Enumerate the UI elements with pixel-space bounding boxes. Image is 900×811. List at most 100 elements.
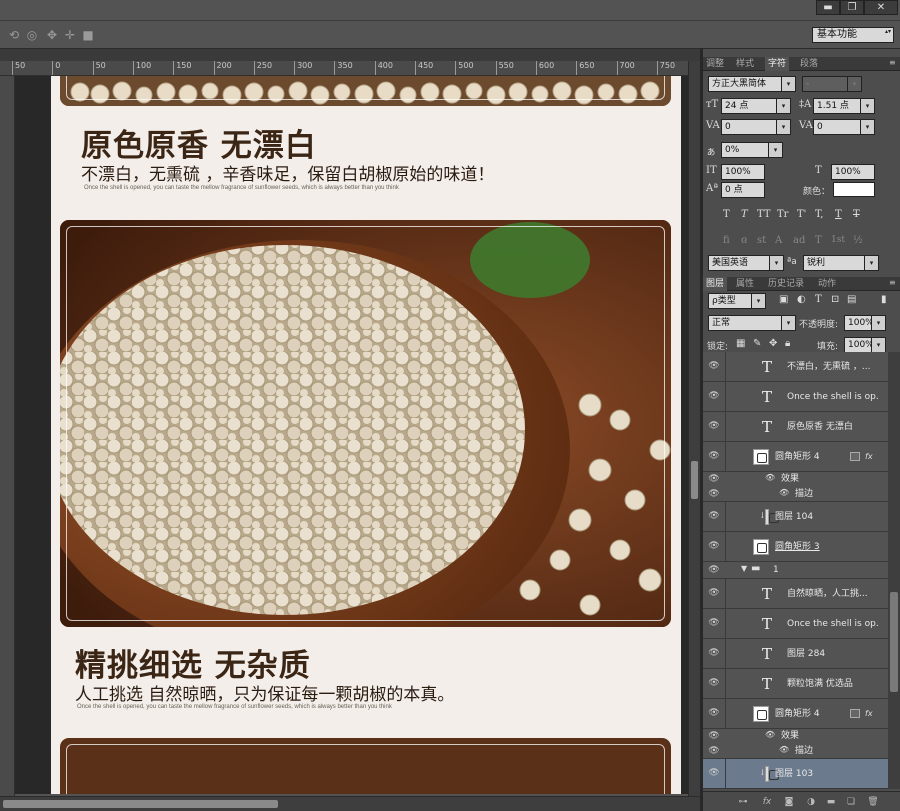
chevron-down-icon[interactable]: ▾ <box>865 255 879 271</box>
scroll-thumb[interactable] <box>691 461 698 499</box>
font-style-select[interactable]: - <box>802 76 848 92</box>
tab-layers[interactable]: 图层 <box>703 277 728 291</box>
stylistic-alt-icon[interactable]: A <box>775 235 782 246</box>
add-mask-icon[interactable]: ◙ <box>783 796 795 808</box>
type-filter-icon[interactable]: T <box>815 294 822 305</box>
eye-icon[interactable]: 👁︎ <box>708 360 720 372</box>
eye-icon[interactable]: 👁︎ <box>708 510 720 522</box>
subscript-icon[interactable]: T, <box>815 209 823 220</box>
titling-alt-icon[interactable]: ad <box>793 235 805 246</box>
eye-icon[interactable]: 👁︎ <box>708 420 720 432</box>
lock-position-icon[interactable]: ✥ <box>769 338 777 349</box>
restore-button[interactable]: ❐ <box>840 0 864 15</box>
chevron-down-icon[interactable]: ▾ <box>770 255 784 271</box>
tab-properties[interactable]: 属性 <box>733 277 757 291</box>
font-size-field[interactable]: 24 点 <box>721 98 777 114</box>
ornaments-icon[interactable]: T <box>815 235 822 246</box>
kerning-field[interactable]: 0 <box>721 119 777 135</box>
close-button[interactable]: ✕ <box>864 0 898 15</box>
swash-icon[interactable]: st <box>757 235 766 246</box>
panel-menu-icon[interactable]: ≡ <box>889 279 897 288</box>
old-style-icon[interactable]: ɞ <box>741 235 747 246</box>
underline-icon[interactable]: T <box>835 209 842 220</box>
eye-icon[interactable]: 👁︎ <box>765 730 775 739</box>
layers-scrollbar[interactable] <box>888 352 900 789</box>
fill-field[interactable]: 100% <box>844 337 872 353</box>
layer-row[interactable]: 👁︎ ↓ 图层 104 <box>703 502 888 532</box>
chevron-down-icon[interactable]: ▾ <box>861 98 875 114</box>
tab-character[interactable]: 字符 <box>765 57 790 71</box>
trash-icon[interactable]: 🗑︎ <box>867 796 879 808</box>
image-filter-icon[interactable]: ▣ <box>779 294 788 305</box>
strikethrough-icon[interactable]: T <box>853 209 860 220</box>
eye-icon[interactable]: 👁︎ <box>779 488 789 497</box>
chevron-down-icon[interactable]: ▾ <box>769 142 783 158</box>
eye-icon[interactable]: 👁︎ <box>708 617 720 629</box>
chevron-down-icon[interactable]: ▾ <box>872 315 886 331</box>
effects-row[interactable]: 👁︎ 👁︎ 效果 <box>703 729 888 744</box>
tracking-field[interactable]: 0 <box>813 119 861 135</box>
camera-3d-icon[interactable]: ■ <box>80 27 96 43</box>
link-layers-icon[interactable]: ⊶ <box>737 796 749 808</box>
chevron-down-icon[interactable]: ▼ <box>741 564 747 573</box>
language-select[interactable]: 美国英语 <box>708 255 770 271</box>
scroll-thumb[interactable] <box>3 800 278 808</box>
effect-item-row[interactable]: 👁︎ 👁︎ 描边 <box>703 487 888 502</box>
eye-icon[interactable]: 👁︎ <box>708 564 720 576</box>
eye-icon[interactable]: 👁︎ <box>708 540 720 552</box>
chevron-down-icon[interactable]: ▾ <box>777 98 791 114</box>
eye-icon[interactable]: 👁︎ <box>708 488 720 500</box>
faux-bold-icon[interactable]: T <box>723 209 730 220</box>
tab-history[interactable]: 历史记录 <box>765 277 807 291</box>
faux-italic-icon[interactable]: T <box>741 209 748 220</box>
canvas-horizontal-scrollbar[interactable] <box>0 796 700 811</box>
canvas-vertical-scrollbar[interactable] <box>688 61 700 796</box>
ordinals-icon[interactable]: 1st <box>831 235 845 245</box>
layer-row[interactable]: 👁︎ T 自然晾晒，人工挑... <box>703 579 888 609</box>
tab-paragraph[interactable]: 段落 <box>797 57 821 71</box>
eye-icon[interactable]: 👁︎ <box>708 647 720 659</box>
tab-adjustments[interactable]: 调整 <box>703 57 727 71</box>
blend-mode-select[interactable]: 正常 <box>708 315 782 331</box>
small-caps-icon[interactable]: Tr <box>777 209 788 220</box>
tsume-field[interactable]: 0% <box>721 142 769 158</box>
fx-icon[interactable]: fx <box>865 699 873 729</box>
layer-row[interactable]: 👁︎ T Once the shell is op... <box>703 609 888 639</box>
lock-all-icon[interactable]: 🔒︎ <box>785 338 790 349</box>
group-row[interactable]: 👁︎ ▼ ▬ 1 <box>703 562 888 579</box>
baseline-shift-field[interactable]: 0 点 <box>721 182 765 198</box>
layer-row[interactable]: 👁︎ T 原色原香 无漂白 <box>703 412 888 442</box>
layer-row[interactable]: 👁︎ T Once the shell is op... <box>703 382 888 412</box>
eye-icon[interactable]: 👁︎ <box>708 730 720 742</box>
eye-icon[interactable]: 👁︎ <box>708 390 720 402</box>
panel-menu-icon[interactable]: ≡ <box>889 59 897 68</box>
lock-transparent-icon[interactable]: ▦ <box>736 338 745 349</box>
chevron-down-icon[interactable]: ▾ <box>848 76 862 92</box>
add-style-icon[interactable]: fx <box>761 796 773 808</box>
eye-icon[interactable]: 👁︎ <box>708 745 720 757</box>
layer-row[interactable]: 👁︎ 圆角矩形 4 fx <box>703 699 888 729</box>
layer-row[interactable]: 👁︎ 圆角矩形 3 <box>703 532 888 562</box>
font-family-select[interactable]: 方正大黑简体 <box>708 76 782 92</box>
leading-field[interactable]: 1.51 点 <box>813 98 861 114</box>
new-group-icon[interactable]: ▬ <box>825 796 837 808</box>
effects-row[interactable]: 👁︎ 👁︎ 效果 <box>703 472 888 487</box>
layer-row-selected[interactable]: 👁︎ ↓ 图层 103 <box>703 759 888 789</box>
eye-icon[interactable]: 👁︎ <box>708 587 720 599</box>
lock-image-icon[interactable]: ✎ <box>753 338 761 349</box>
tab-actions[interactable]: 动作 <box>815 277 839 291</box>
ligature-icon[interactable]: fi <box>723 235 730 246</box>
minimize-button[interactable]: ▬ <box>816 0 840 15</box>
layer-row[interactable]: 👁︎ T 图层 284 <box>703 639 888 669</box>
eye-icon[interactable]: 👁︎ <box>779 745 789 754</box>
layer-row[interactable]: 👁︎ 圆角矩形 4 fx <box>703 442 888 472</box>
opacity-field[interactable]: 100% <box>844 315 872 331</box>
all-caps-icon[interactable]: TT <box>757 209 771 220</box>
workspace-select[interactable]: 基本功能 <box>812 27 894 43</box>
shape-filter-icon[interactable]: ⊡ <box>831 294 839 305</box>
layer-filter-select[interactable]: ρ类型 <box>708 293 752 309</box>
chevron-down-icon[interactable]: ▾ <box>782 315 796 331</box>
chevron-down-icon[interactable]: ▾ <box>752 293 766 309</box>
eye-icon[interactable]: 👁︎ <box>708 677 720 689</box>
new-layer-icon[interactable]: ❏ <box>845 796 857 808</box>
